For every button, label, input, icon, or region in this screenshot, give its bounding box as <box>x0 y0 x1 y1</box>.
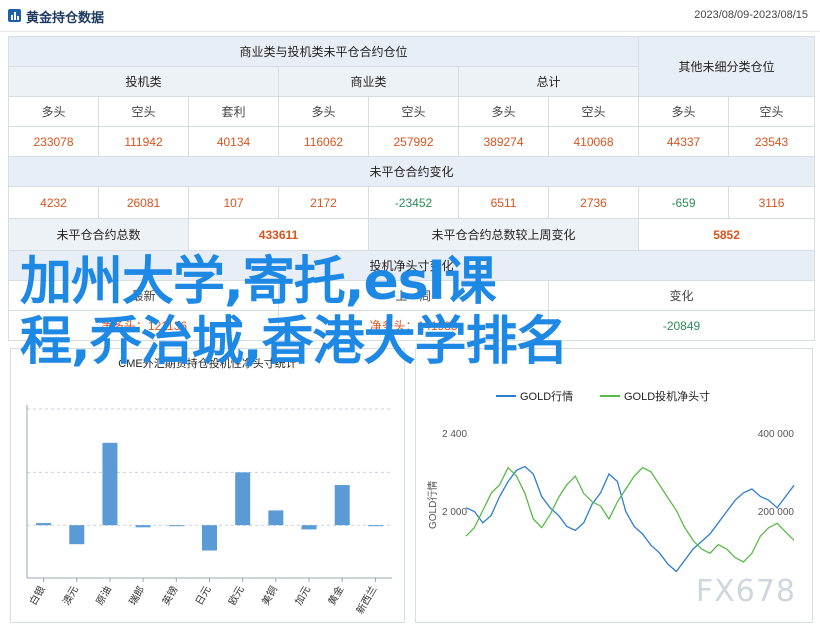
change-value: -659 <box>638 186 730 219</box>
gold-line-panel: GOLD行情 GOLD投机净头寸 400 000 2 400 2 000 200… <box>415 348 813 623</box>
bar-澳元 <box>69 525 85 545</box>
change-value: 3116 <box>728 186 816 219</box>
bar-瑞郎 <box>135 525 151 528</box>
oi-change-label: 未平仓合约总数较上周变化 <box>367 218 640 251</box>
bar-英镑 <box>168 525 184 527</box>
change-value: 2736 <box>547 186 640 219</box>
change-value: -23452 <box>368 186 459 219</box>
series-gold-spec-net <box>465 466 795 563</box>
position-value: 116062 <box>278 126 369 157</box>
net-label-latest: 最新 <box>8 280 279 311</box>
y-left-tick-mid: 2 000 <box>442 507 467 518</box>
x-tick-label: 英镑 <box>159 584 180 608</box>
legend: GOLD行情 GOLD投机净头寸 <box>496 389 710 403</box>
x-tick-label: 黄金 <box>325 584 346 608</box>
net-value-change: -20849 <box>547 310 816 341</box>
y-left-tick-top-left: 2 400 <box>442 429 467 440</box>
y-axis-label: GOLD行情 <box>426 481 439 529</box>
net-change-header: 投机净头寸变化 <box>7 250 816 281</box>
net-label-change: 变化 <box>547 280 816 311</box>
other-unclassified-header: 其他未细分类仓位 <box>638 36 816 97</box>
change-value: 6511 <box>458 186 549 219</box>
title-bar: 黄金持仓数据 2023/08/09-2023/08/15 <box>0 0 820 32</box>
date-range: 2023/08/09-2023/08/15 <box>694 9 808 21</box>
oi-change-value: 5852 <box>638 218 816 251</box>
bar-欧元 <box>235 472 251 526</box>
position-value: 111942 <box>98 126 189 157</box>
oi-total-label: 未平仓合约总数 <box>8 218 189 251</box>
net-value-previous: 净多头：141985 <box>278 310 549 341</box>
x-tick-label: 白银 <box>26 584 47 608</box>
commercial-speculative-header: 商业类与投机类未平仓合约仓位 <box>7 36 640 67</box>
col-header: 多头 <box>638 96 730 127</box>
page-title: 黄金持仓数据 <box>26 10 105 25</box>
col-header: 空头 <box>547 96 640 127</box>
net-label-previous: 上一周 <box>278 280 549 311</box>
bar-美铜 <box>268 510 284 526</box>
x-tick-label: 澳元 <box>60 584 81 608</box>
col-header: 空头 <box>98 96 189 127</box>
change-header: 未平仓合约变化 <box>7 156 816 187</box>
bar-白银 <box>36 523 52 526</box>
col-header: 多头 <box>8 96 99 127</box>
col-header: 套利 <box>188 96 279 127</box>
position-value: 44337 <box>638 126 730 157</box>
y-left-tick-top: 400 000 <box>758 429 795 440</box>
position-value: 389274 <box>458 126 549 157</box>
cme-net-position-panel: CME外汇期货持仓投机性净头寸统计 白银 澳元 原油 瑞郎 英镑 日元 欧元 美铜 加元 黄金 新西… <box>10 348 405 623</box>
x-tick-label: 欧元 <box>226 584 246 607</box>
bar-原油 <box>102 442 118 526</box>
y-right-tick-mid: 200 000 <box>758 507 795 518</box>
bar-新西兰 <box>367 525 383 527</box>
position-value: 410068 <box>547 126 640 157</box>
bar-加元 <box>301 525 317 530</box>
change-value: 4232 <box>8 186 99 219</box>
oi-total-value: 433611 <box>188 218 369 251</box>
group-commercial: 商业类 <box>278 66 459 97</box>
chart-icon <box>8 9 21 22</box>
position-value: 257992 <box>368 126 459 157</box>
position-value: 23543 <box>728 126 816 157</box>
col-header: 多头 <box>458 96 549 127</box>
col-header: 多头 <box>278 96 369 127</box>
x-tick-label: 美铜 <box>259 584 280 608</box>
change-value: 107 <box>188 186 279 219</box>
col-header: 空头 <box>728 96 816 127</box>
line-plot-area <box>465 465 795 573</box>
line-chart: GOLD行情 GOLD投机净头寸 400 000 2 400 2 000 200… <box>426 389 795 573</box>
legend-label-spec: GOLD投机净头寸 <box>624 389 710 403</box>
legend-label-price: GOLD行情 <box>520 390 573 403</box>
position-table: 商业类与投机类未平仓合约仓位 其他未细分类仓位 投机类 商业类 总计 多头 空头… <box>7 36 816 341</box>
col-header: 空头 <box>368 96 459 127</box>
change-value: 2172 <box>278 186 369 219</box>
position-value: 233078 <box>8 126 99 157</box>
group-total: 总计 <box>457 66 640 97</box>
group-speculative: 投机类 <box>8 66 279 97</box>
x-tick-label: 日元 <box>194 585 214 608</box>
change-value: 26081 <box>98 186 189 219</box>
bar-黄金 <box>334 485 350 526</box>
x-tick-label: 新西兰 <box>353 584 379 616</box>
x-tick-label: 原油 <box>93 584 114 608</box>
x-tick-label: 加元 <box>293 584 313 607</box>
position-value: 40134 <box>188 126 279 157</box>
net-value-latest: 净多头：121136 <box>8 310 279 341</box>
x-tick-label: 瑞郎 <box>126 584 147 608</box>
bar-chart: 白银 澳元 原油 瑞郎 英镑 日元 欧元 美铜 加元 黄金 新西兰 <box>26 405 392 616</box>
bar-日元 <box>202 525 217 551</box>
